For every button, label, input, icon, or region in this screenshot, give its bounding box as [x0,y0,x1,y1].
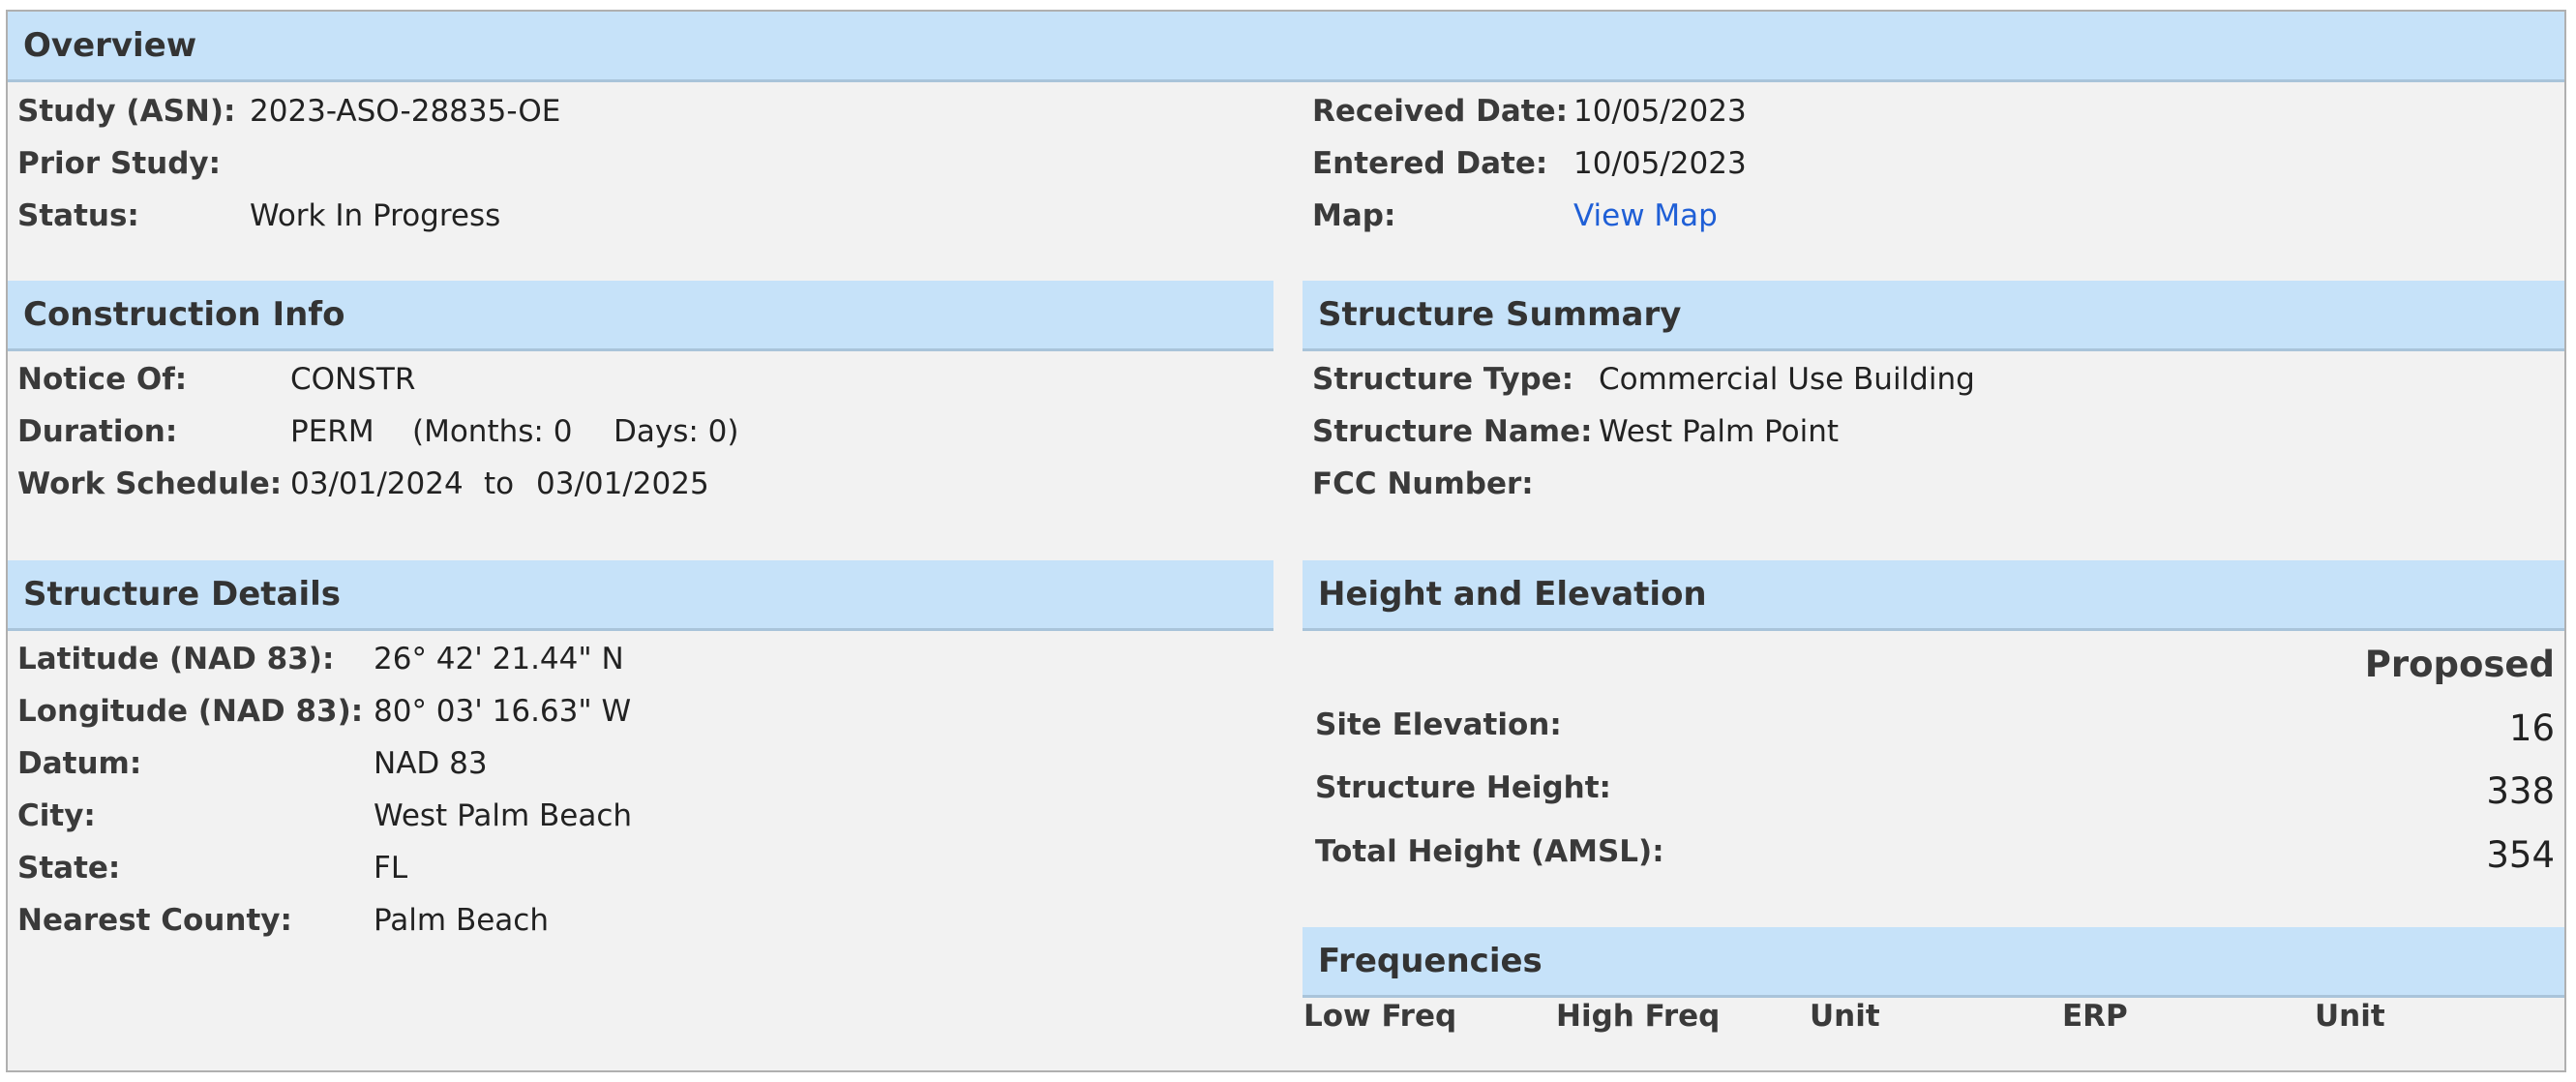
received-date-label: Received Date: [1312,94,1569,129]
duration-label: Duration: [17,414,178,449]
structure-height-value: 338 [2486,770,2555,812]
structure-height-label: Structure Height: [1315,770,1611,805]
structure-summary-title: Structure Summary [1318,295,1682,334]
latitude-label: Latitude (NAD 83): [17,642,335,676]
city-value: West Palm Beach [374,798,633,833]
city-label: City: [17,798,96,833]
structure-type-label: Structure Type: [1312,362,1574,397]
work-schedule-start: 03/01/2024 [290,466,464,501]
site-elevation-label: Site Elevation: [1315,707,1562,742]
structure-name-value: West Palm Point [1599,414,1839,449]
duration-months: (Months: 0 [412,414,573,449]
height-elevation-title: Height and Elevation [1318,575,1707,614]
map-label: Map: [1312,198,1396,233]
state-value: FL [374,851,408,886]
work-schedule-label: Work Schedule: [17,466,283,501]
status-value: Work In Progress [250,198,501,233]
freq-col-high: High Freq [1556,999,1721,1034]
view-map-link[interactable]: View Map [1573,196,1718,235]
entered-date-value: 10/05/2023 [1573,146,1747,181]
construction-info-title: Construction Info [23,295,345,334]
height-elevation-header: Height and Elevation [1303,560,2564,631]
duration-value: PERM [290,414,374,449]
entered-date-label: Entered Date: [1312,146,1548,181]
study-value: 2023-ASO-28835-OE [250,94,561,129]
nearest-county-value: Palm Beach [374,903,549,938]
total-height-value: 354 [2486,834,2555,876]
prior-study-label: Prior Study: [17,146,222,181]
freq-col-erp-unit: Unit [2315,999,2385,1034]
site-elevation-value: 16 [2508,707,2555,749]
latitude-value: 26° 42' 21.44" N [374,642,624,676]
notice-of-value: CONSTR [290,362,416,397]
nearest-county-label: Nearest County: [17,903,292,938]
structure-name-label: Structure Name: [1312,414,1593,449]
status-label: Status: [17,198,139,233]
datum-label: Datum: [17,746,142,781]
total-height-label: Total Height (AMSL): [1315,834,1664,869]
structure-summary-header: Structure Summary [1303,281,2564,351]
notice-of-label: Notice Of: [17,362,188,397]
received-date-value: 10/05/2023 [1573,94,1747,129]
structure-details-title: Structure Details [23,575,342,614]
state-label: State: [17,851,121,886]
construction-info-header: Construction Info [8,281,1273,351]
datum-value: NAD 83 [374,746,488,781]
study-label: Study (ASN): [17,94,236,129]
fcc-number-label: FCC Number: [1312,466,1534,501]
longitude-label: Longitude (NAD 83): [17,694,364,729]
structure-details-header: Structure Details [8,560,1273,631]
frequencies-header: Frequencies [1303,927,2564,998]
work-schedule-to: to [484,466,515,501]
proposed-column-header: Proposed [2364,644,2555,685]
freq-col-erp: ERP [2062,999,2128,1034]
freq-col-unit: Unit [1810,999,1880,1034]
freq-col-low: Low Freq [1303,999,1457,1034]
duration-days: Days: 0) [614,414,739,449]
longitude-value: 80° 03' 16.63" W [374,694,632,729]
frequencies-title: Frequencies [1318,942,1543,980]
work-schedule-end: 03/01/2025 [536,466,709,501]
overview-title: Overview [23,26,197,65]
structure-type-value: Commercial Use Building [1599,362,1975,397]
overview-header: Overview [8,12,2564,82]
